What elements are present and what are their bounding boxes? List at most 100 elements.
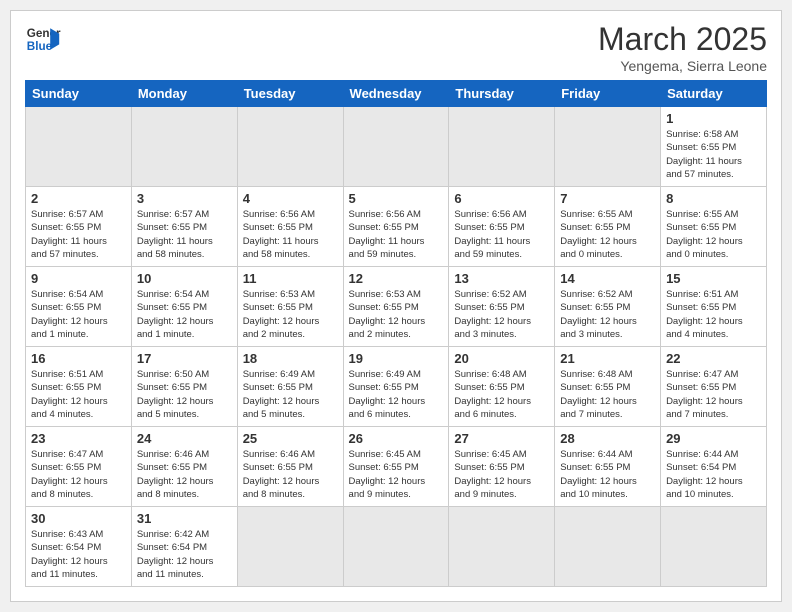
day-number: 19 — [349, 351, 444, 366]
day-info: Sunrise: 6:46 AMSunset: 6:55 PMDaylight:… — [243, 448, 338, 501]
day-info: Sunrise: 6:53 AMSunset: 6:55 PMDaylight:… — [243, 288, 338, 341]
calendar-day: 29Sunrise: 6:44 AMSunset: 6:54 PMDayligh… — [661, 427, 767, 507]
calendar-day — [343, 107, 449, 187]
day-number: 21 — [560, 351, 655, 366]
day-info: Sunrise: 6:48 AMSunset: 6:55 PMDaylight:… — [560, 368, 655, 421]
day-info: Sunrise: 6:56 AMSunset: 6:55 PMDaylight:… — [243, 208, 338, 261]
day-number: 6 — [454, 191, 549, 206]
day-number: 2 — [31, 191, 126, 206]
day-number: 31 — [137, 511, 232, 526]
day-info: Sunrise: 6:45 AMSunset: 6:55 PMDaylight:… — [349, 448, 444, 501]
day-number: 12 — [349, 271, 444, 286]
day-number: 27 — [454, 431, 549, 446]
weekday-header-cell: Friday — [555, 81, 661, 107]
weekday-header-cell: Thursday — [449, 81, 555, 107]
header: General Blue March 2025 Yengema, Sierra … — [25, 21, 767, 74]
day-info: Sunrise: 6:58 AMSunset: 6:55 PMDaylight:… — [666, 128, 761, 181]
day-info: Sunrise: 6:54 AMSunset: 6:55 PMDaylight:… — [31, 288, 126, 341]
day-info: Sunrise: 6:45 AMSunset: 6:55 PMDaylight:… — [454, 448, 549, 501]
day-info: Sunrise: 6:50 AMSunset: 6:55 PMDaylight:… — [137, 368, 232, 421]
calendar-day: 12 Sunrise: 6:53 AMSunset: 6:55 PMDayligh… — [343, 267, 449, 347]
calendar-day: 13 Sunrise: 6:52 AMSunset: 6:55 PMDayligh… — [449, 267, 555, 347]
calendar-week: 2 Sunrise: 6:57 AMSunset: 6:55 PMDaylight… — [26, 187, 767, 267]
day-info: Sunrise: 6:46 AMSunset: 6:55 PMDaylight:… — [137, 448, 232, 501]
day-info: Sunrise: 6:48 AMSunset: 6:55 PMDaylight:… — [454, 368, 549, 421]
weekday-header-cell: Sunday — [26, 81, 132, 107]
day-info: Sunrise: 6:47 AMSunset: 6:55 PMDaylight:… — [666, 368, 761, 421]
calendar-day: 10Sunrise: 6:54 AMSunset: 6:55 PMDayligh… — [131, 267, 237, 347]
calendar-day: 16Sunrise: 6:51 AMSunset: 6:55 PMDayligh… — [26, 347, 132, 427]
calendar-day: 4 Sunrise: 6:56 AMSunset: 6:55 PMDaylight… — [237, 187, 343, 267]
calendar-day: 2Sunrise: 6:57 AMSunset: 6:55 PMDaylight… — [26, 187, 132, 267]
weekday-header-cell: Tuesday — [237, 81, 343, 107]
title-block: March 2025 Yengema, Sierra Leone — [598, 21, 767, 74]
calendar-day: 11 Sunrise: 6:53 AMSunset: 6:55 PMDayligh… — [237, 267, 343, 347]
day-info: Sunrise: 6:44 AMSunset: 6:54 PMDaylight:… — [666, 448, 761, 501]
calendar-day: 7 Sunrise: 6:55 AMSunset: 6:55 PMDaylight… — [555, 187, 661, 267]
calendar-day: 26 Sunrise: 6:45 AMSunset: 6:55 PMDayligh… — [343, 427, 449, 507]
calendar-day: 20Sunrise: 6:48 AMSunset: 6:55 PMDayligh… — [449, 347, 555, 427]
weekday-header-cell: Monday — [131, 81, 237, 107]
day-number: 5 — [349, 191, 444, 206]
weekday-header: SundayMondayTuesdayWednesdayThursdayFrid… — [26, 81, 767, 107]
weekday-header-cell: Saturday — [661, 81, 767, 107]
day-info: Sunrise: 6:44 AMSunset: 6:55 PMDaylight:… — [560, 448, 655, 501]
day-info: Sunrise: 6:52 AMSunset: 6:55 PMDaylight:… — [560, 288, 655, 341]
day-number: 8 — [666, 191, 761, 206]
calendar-day: 23Sunrise: 6:47 AMSunset: 6:55 PMDayligh… — [26, 427, 132, 507]
calendar-table: SundayMondayTuesdayWednesdayThursdayFrid… — [25, 80, 767, 587]
calendar-day: 30Sunrise: 6:43 AMSunset: 6:54 PMDayligh… — [26, 507, 132, 587]
day-number: 14 — [560, 271, 655, 286]
calendar-day: 28 Sunrise: 6:44 AMSunset: 6:55 PMDayligh… — [555, 427, 661, 507]
day-number: 18 — [243, 351, 338, 366]
day-info: Sunrise: 6:51 AMSunset: 6:55 PMDaylight:… — [666, 288, 761, 341]
day-number: 4 — [243, 191, 338, 206]
day-info: Sunrise: 6:52 AMSunset: 6:55 PMDaylight:… — [454, 288, 549, 341]
calendar-day: 1 Sunrise: 6:58 AMSunset: 6:55 PMDaylight… — [661, 107, 767, 187]
calendar-day: 6Sunrise: 6:56 AMSunset: 6:55 PMDaylight… — [449, 187, 555, 267]
day-number: 13 — [454, 271, 549, 286]
day-info: Sunrise: 6:53 AMSunset: 6:55 PMDaylight:… — [349, 288, 444, 341]
calendar-day — [26, 107, 132, 187]
calendar-week: 9Sunrise: 6:54 AMSunset: 6:55 PMDaylight… — [26, 267, 767, 347]
calendar-day: 8 Sunrise: 6:55 AMSunset: 6:55 PMDaylight… — [661, 187, 767, 267]
calendar-day — [449, 107, 555, 187]
day-number: 10 — [137, 271, 232, 286]
calendar-day: 19 Sunrise: 6:49 AMSunset: 6:55 PMDayligh… — [343, 347, 449, 427]
day-info: Sunrise: 6:49 AMSunset: 6:55 PMDaylight:… — [349, 368, 444, 421]
day-number: 15 — [666, 271, 761, 286]
calendar-day: 22 Sunrise: 6:47 AMSunset: 6:55 PMDayligh… — [661, 347, 767, 427]
calendar-day — [555, 507, 661, 587]
calendar-day: 9Sunrise: 6:54 AMSunset: 6:55 PMDaylight… — [26, 267, 132, 347]
day-number: 22 — [666, 351, 761, 366]
calendar-day: 21 Sunrise: 6:48 AMSunset: 6:55 PMDayligh… — [555, 347, 661, 427]
calendar-page: General Blue March 2025 Yengema, Sierra … — [10, 10, 782, 602]
day-number: 28 — [560, 431, 655, 446]
day-number: 23 — [31, 431, 126, 446]
calendar-week: 23Sunrise: 6:47 AMSunset: 6:55 PMDayligh… — [26, 427, 767, 507]
calendar-week: 1 Sunrise: 6:58 AMSunset: 6:55 PMDaylight… — [26, 107, 767, 187]
calendar-day: 25Sunrise: 6:46 AMSunset: 6:55 PMDayligh… — [237, 427, 343, 507]
calendar-day: 31Sunrise: 6:42 AMSunset: 6:54 PMDayligh… — [131, 507, 237, 587]
calendar-day: 14 Sunrise: 6:52 AMSunset: 6:55 PMDayligh… — [555, 267, 661, 347]
location: Yengema, Sierra Leone — [598, 58, 767, 74]
month-title: March 2025 — [598, 21, 767, 58]
day-info: Sunrise: 6:55 AMSunset: 6:55 PMDaylight:… — [666, 208, 761, 261]
day-info: Sunrise: 6:57 AMSunset: 6:55 PMDaylight:… — [137, 208, 232, 261]
day-number: 1 — [666, 111, 761, 126]
day-info: Sunrise: 6:55 AMSunset: 6:55 PMDaylight:… — [560, 208, 655, 261]
day-number: 11 — [243, 271, 338, 286]
logo-icon: General Blue — [25, 21, 61, 57]
day-number: 7 — [560, 191, 655, 206]
calendar-day: 18Sunrise: 6:49 AMSunset: 6:55 PMDayligh… — [237, 347, 343, 427]
calendar-day: 27 Sunrise: 6:45 AMSunset: 6:55 PMDayligh… — [449, 427, 555, 507]
calendar-day — [237, 107, 343, 187]
day-info: Sunrise: 6:43 AMSunset: 6:54 PMDaylight:… — [31, 528, 126, 581]
calendar-week: 16Sunrise: 6:51 AMSunset: 6:55 PMDayligh… — [26, 347, 767, 427]
calendar-day: 17Sunrise: 6:50 AMSunset: 6:55 PMDayligh… — [131, 347, 237, 427]
day-number: 26 — [349, 431, 444, 446]
calendar-body: 1 Sunrise: 6:58 AMSunset: 6:55 PMDaylight… — [26, 107, 767, 587]
logo: General Blue — [25, 21, 61, 57]
weekday-header-cell: Wednesday — [343, 81, 449, 107]
day-number: 16 — [31, 351, 126, 366]
